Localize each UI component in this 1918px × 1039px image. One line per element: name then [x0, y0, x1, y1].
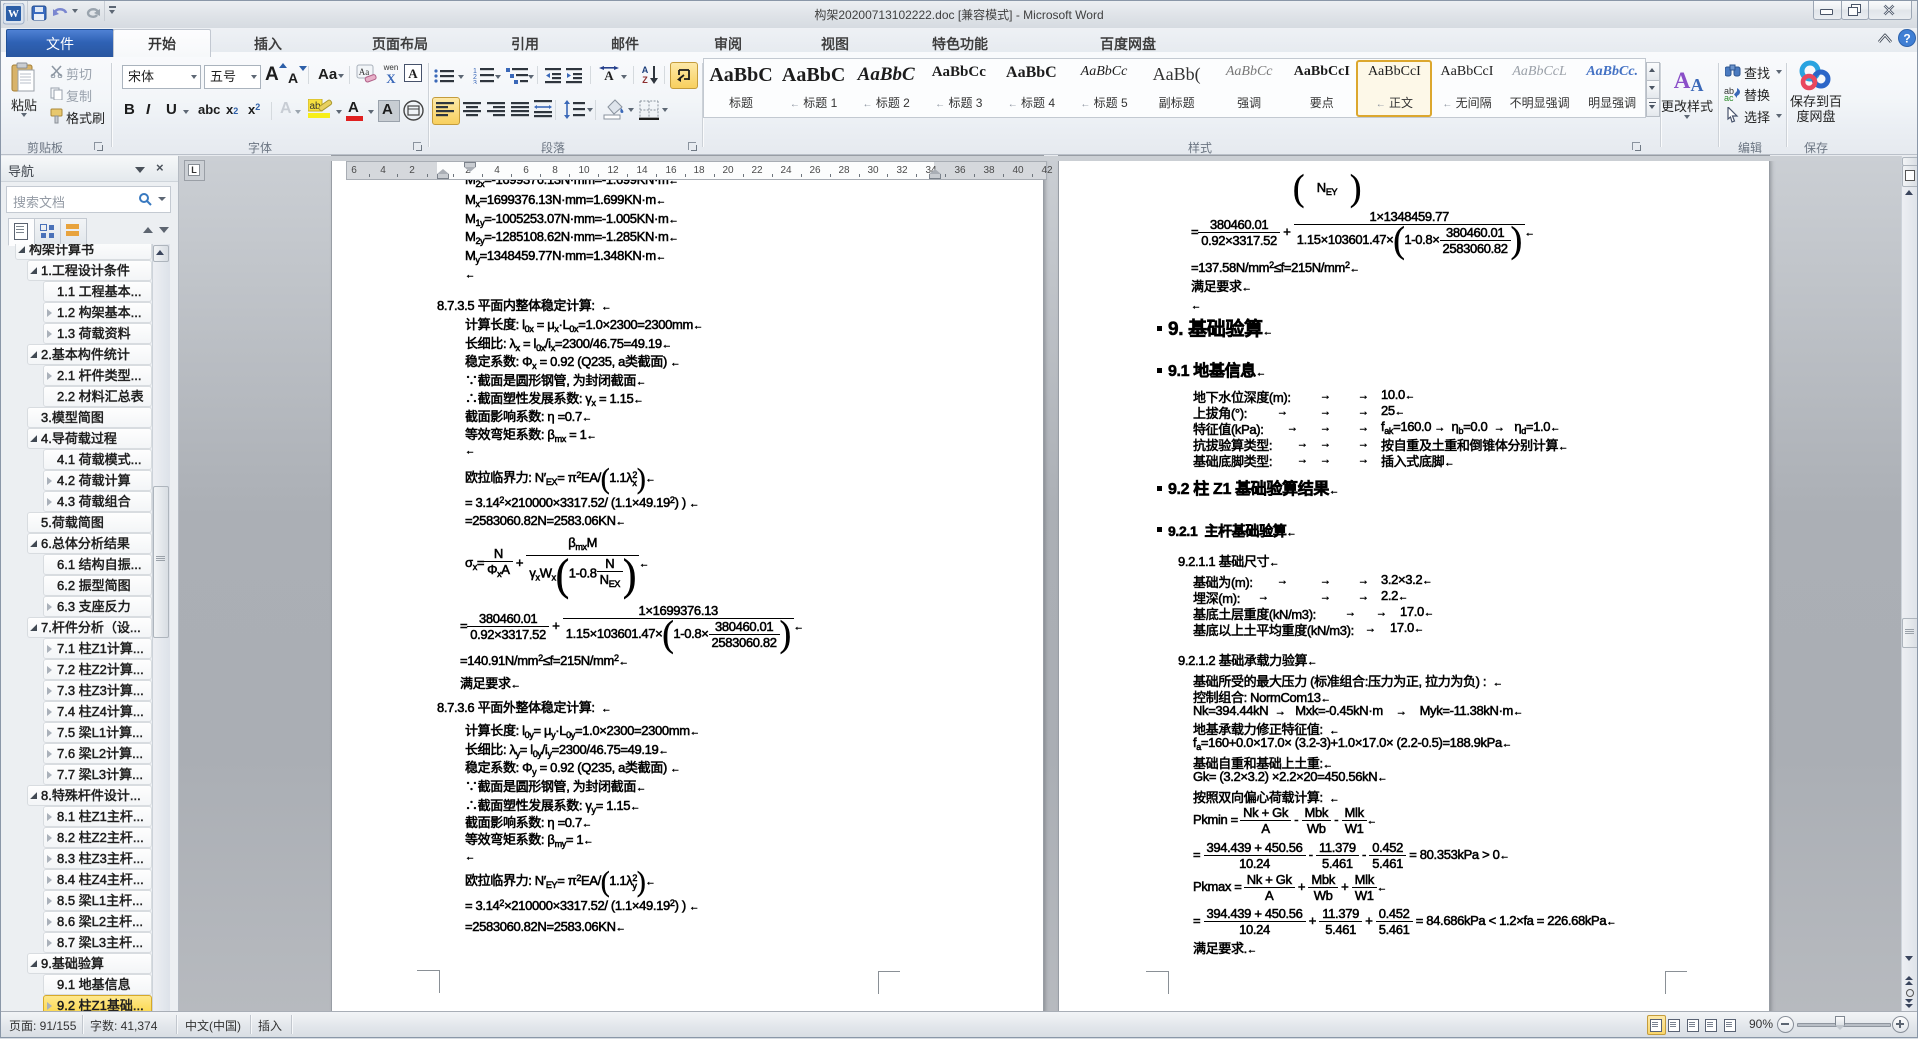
svg-text:Aa: Aa [359, 67, 370, 77]
svg-text:A: A [642, 65, 649, 75]
svg-text:A: A [604, 68, 614, 83]
svg-text:W: W [8, 8, 19, 20]
svg-text:A: A [1691, 75, 1704, 94]
svg-text:A: A [1674, 68, 1691, 93]
svg-text:A: A [408, 66, 418, 81]
svg-text:?: ? [1903, 32, 1910, 46]
svg-text:ac: ac [1724, 93, 1734, 101]
svg-text:X: X [386, 71, 396, 86]
svg-text:Z: Z [642, 75, 648, 85]
svg-text:3: 3 [473, 80, 477, 84]
